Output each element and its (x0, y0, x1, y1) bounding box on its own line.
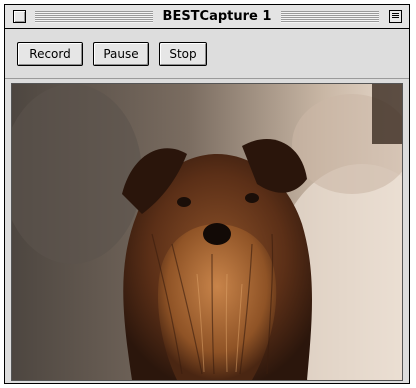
pause-button[interactable]: Pause (93, 42, 149, 66)
capture-window: BESTCapture 1 Record Pause Stop (4, 4, 410, 384)
dog-photo (12, 84, 402, 380)
video-preview (11, 83, 403, 381)
toolbar: Record Pause Stop (5, 29, 409, 79)
title-bar[interactable]: BESTCapture 1 (5, 5, 409, 29)
title-bar-stripes-right (281, 11, 379, 23)
close-box-icon[interactable] (13, 10, 26, 23)
window-title: BESTCapture 1 (155, 8, 279, 25)
zoom-box-icon[interactable] (389, 10, 402, 23)
title-bar-stripes-left (35, 11, 153, 23)
record-button[interactable]: Record (17, 42, 83, 66)
stop-button[interactable]: Stop (159, 42, 207, 66)
